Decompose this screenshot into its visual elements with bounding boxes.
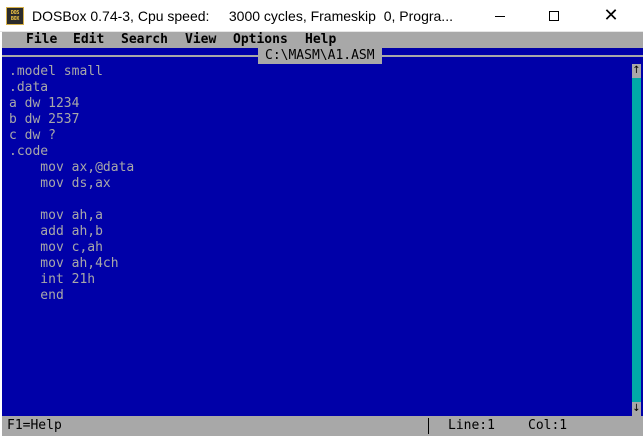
menu-edit[interactable]: Edit	[73, 32, 104, 48]
status-line-number: Line:1	[448, 418, 495, 433]
menu-bar: File Edit Search View Options Help	[2, 32, 643, 48]
close-button[interactable]: ✕	[588, 0, 634, 32]
dos-screen: File Edit Search View Options Help C:\MA…	[2, 32, 643, 436]
dosbox-app-icon[interactable]: DOS BOX	[6, 7, 24, 25]
code-line[interactable]: mov c,ah	[9, 240, 134, 256]
code-line[interactable]	[9, 192, 134, 208]
menu-help[interactable]: Help	[305, 32, 336, 48]
menu-options[interactable]: Options	[233, 32, 288, 48]
minimize-button[interactable]	[477, 0, 523, 32]
code-editor[interactable]: .model small .data a dw 1234 b dw 2537 c dw …	[2, 64, 643, 416]
code-line[interactable]: .code	[9, 144, 134, 160]
code-line[interactable]: a dw 1234	[9, 96, 134, 112]
window-title: DOSBox 0.74-3, Cpu speed: 3000 cycles, F…	[32, 8, 453, 24]
editor-title-bar: C:\MASM\A1.ASM	[2, 48, 643, 64]
code-line[interactable]: mov ah,a	[9, 208, 134, 224]
minimize-icon	[495, 15, 505, 17]
code-line[interactable]: b dw 2537	[9, 112, 134, 128]
code-line[interactable]: mov ds,ax	[9, 176, 134, 192]
code-line[interactable]: mov ax,@data	[9, 160, 134, 176]
code-line[interactable]: .data	[9, 80, 134, 96]
code-line[interactable]: mov ah,4ch	[9, 256, 134, 272]
code-text-area[interactable]: .model small .data a dw 1234 b dw 2537 c dw …	[9, 64, 134, 304]
close-icon: ✕	[603, 5, 619, 26]
scroll-down-arrow-icon[interactable]: ↓	[632, 402, 641, 416]
status-bar: F1=Help Line:1 Col:1	[2, 416, 643, 436]
code-line[interactable]: .model small	[9, 64, 134, 80]
menu-view[interactable]: View	[185, 32, 216, 48]
vertical-scrollbar[interactable]: ↑ ↓	[632, 64, 641, 416]
code-line[interactable]: add ah,b	[9, 224, 134, 240]
window-titlebar: DOS BOX DOSBox 0.74-3, Cpu speed: 3000 c…	[0, 0, 643, 32]
code-line[interactable]: int 21h	[9, 272, 134, 288]
file-path-title: C:\MASM\A1.ASM	[258, 48, 382, 64]
scroll-up-arrow-icon[interactable]: ↑	[632, 64, 641, 78]
menu-search[interactable]: Search	[121, 32, 168, 48]
status-divider	[428, 418, 429, 434]
code-line[interactable]: c dw ?	[9, 128, 134, 144]
maximize-icon	[549, 11, 559, 21]
code-line[interactable]: end	[9, 288, 134, 304]
status-help-hint: F1=Help	[7, 418, 62, 433]
maximize-button[interactable]	[531, 0, 577, 32]
app-icon-text-bottom: BOX	[10, 16, 20, 22]
menu-file[interactable]: File	[26, 32, 57, 48]
status-column-number: Col:1	[528, 418, 568, 433]
